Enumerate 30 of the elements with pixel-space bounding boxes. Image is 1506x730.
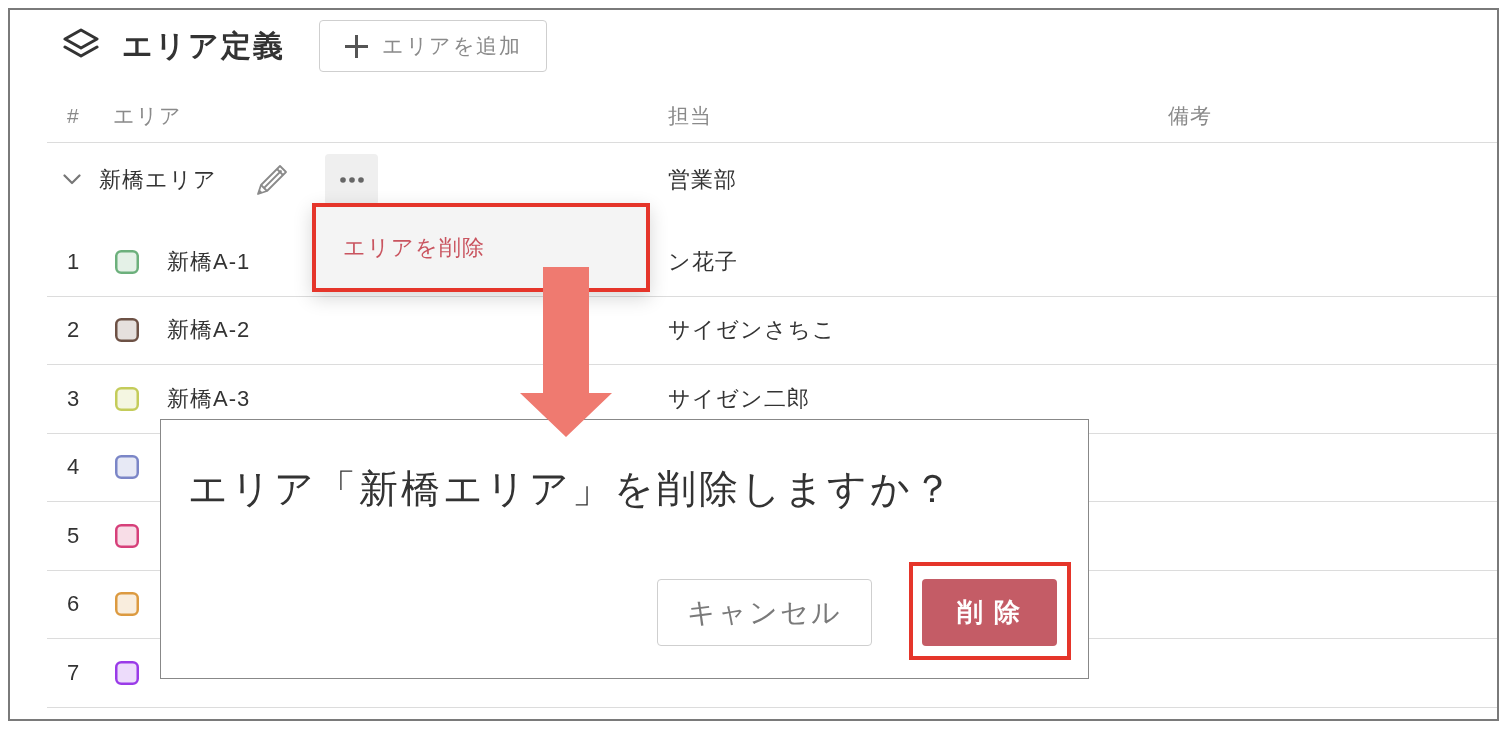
row-number: 2: [66, 317, 81, 344]
pencil-icon[interactable]: [255, 162, 289, 197]
owner-cell-text: ン花子: [667, 247, 738, 276]
area-name: 新橋A-3: [167, 384, 251, 413]
menu-item[interactable]: エリアを削除: [312, 203, 650, 292]
delete-button[interactable]: 削 除: [922, 579, 1057, 646]
column-header: 担当: [667, 102, 712, 129]
cancel-button[interactable]: キャンセル: [657, 579, 872, 646]
area-name: 新橋A-2: [167, 316, 251, 345]
dots-icon: [339, 176, 364, 183]
row-number: 6: [66, 591, 81, 618]
column-header: エリア: [112, 102, 182, 129]
add-area-button[interactable]: エリアを追加: [319, 20, 547, 72]
area-name: 新橋A-1: [167, 247, 251, 276]
row-number: 4: [66, 454, 81, 481]
owner-cell-text: 営業部: [668, 165, 737, 194]
row-number: 1: [66, 248, 81, 275]
group-name: 新橋エリア: [99, 165, 217, 194]
row-number: 7: [66, 659, 81, 686]
more-button[interactable]: [325, 154, 378, 205]
page-title: エリア定義: [122, 27, 285, 64]
owner-cell-text: サイゼンさちこ: [667, 316, 836, 345]
dialog-message: エリア「新橋エリア」を削除しますか？: [187, 466, 956, 512]
column-header: 備考: [1167, 102, 1212, 129]
owner-cell-text: サイゼン二郎: [667, 384, 810, 413]
chevron-icon[interactable]: [63, 174, 81, 185]
column-header: #: [66, 103, 80, 128]
row-number: 5: [66, 522, 81, 549]
plus-icon: [345, 34, 368, 58]
row-number: 3: [66, 385, 81, 412]
